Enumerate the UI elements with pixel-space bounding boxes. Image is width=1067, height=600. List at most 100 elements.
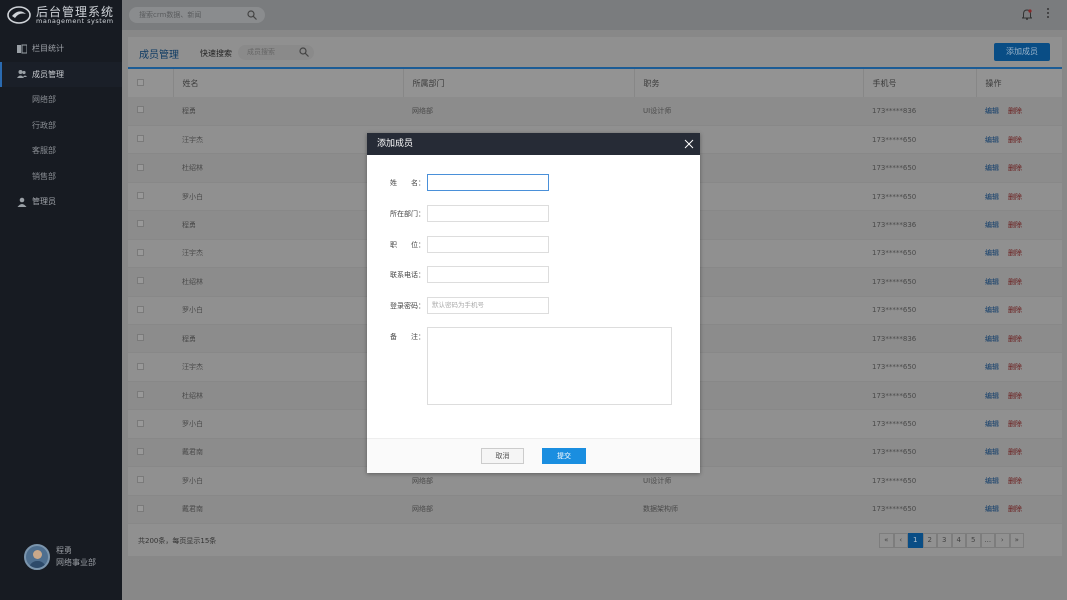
delete-link[interactable]: 删除 — [1008, 505, 1022, 513]
row-checkbox[interactable] — [137, 419, 144, 427]
edit-link[interactable]: 编辑 — [985, 193, 999, 201]
sidebar-item-network[interactable]: 网络部 — [0, 87, 122, 113]
edit-link[interactable]: 编辑 — [985, 420, 999, 428]
page-button[interactable]: ‹ — [893, 533, 908, 548]
row-checkbox[interactable] — [137, 447, 144, 455]
column-header-phone[interactable]: 手机号 — [863, 69, 977, 97]
row-checkbox[interactable] — [137, 305, 144, 313]
edit-link[interactable]: 编辑 — [985, 306, 999, 314]
add-member-button[interactable]: 添加成员 — [994, 43, 1050, 61]
user-profile[interactable]: 程勇 网络事业部 — [24, 544, 96, 570]
delete-link[interactable]: 删除 — [1008, 278, 1022, 286]
edit-link[interactable]: 编辑 — [985, 477, 999, 485]
row-checkbox[interactable] — [137, 106, 144, 114]
edit-link[interactable]: 编辑 — [985, 278, 999, 286]
form-row-position: 职 位： — [367, 236, 549, 253]
sidebar-item-label: 管理员 — [32, 197, 56, 207]
more-menu-icon[interactable] — [1046, 8, 1050, 20]
cell-actions: 编辑 删除 — [976, 409, 1062, 439]
cell-phone: 173*****836 — [863, 97, 976, 126]
dept-field[interactable] — [427, 205, 549, 222]
cell-phone: 173*****836 — [863, 210, 976, 240]
cell-phone: 173*****650 — [863, 409, 976, 439]
position-field[interactable] — [427, 236, 549, 253]
delete-link[interactable]: 删除 — [1008, 392, 1022, 400]
search-input[interactable]: 搜索crm数据、新闻 — [129, 7, 265, 23]
panel-header: 成员管理 快速搜索 成员搜索 添加成员 — [128, 37, 1062, 69]
page-button[interactable]: ... — [980, 533, 995, 548]
edit-link[interactable]: 编辑 — [985, 107, 999, 115]
column-header-name[interactable]: 姓名 — [173, 69, 404, 97]
row-checkbox[interactable] — [137, 476, 144, 484]
edit-link[interactable]: 编辑 — [985, 136, 999, 144]
edit-link[interactable]: 编辑 — [985, 448, 999, 456]
sidebar-item-admins[interactable]: 管理员 — [0, 189, 122, 215]
page-button[interactable]: 2 — [922, 533, 937, 548]
row-checkbox[interactable] — [137, 277, 144, 285]
search-icon[interactable] — [299, 47, 309, 57]
bell-icon[interactable] — [1022, 9, 1032, 20]
page-button[interactable]: 1 — [908, 533, 923, 548]
delete-link[interactable]: 删除 — [1008, 249, 1022, 257]
table-row[interactable]: 戴君南 网络部 数据架构师 173*****650 编辑 删除 — [128, 495, 1062, 525]
row-checkbox[interactable] — [137, 334, 144, 342]
edit-link[interactable]: 编辑 — [985, 505, 999, 513]
note-textarea[interactable] — [427, 327, 672, 405]
topbar: 搜索crm数据、新闻 — [122, 0, 1067, 30]
edit-link[interactable]: 编辑 — [985, 363, 999, 371]
row-checkbox[interactable] — [137, 192, 144, 200]
sidebar-item-label: 栏目统计 — [32, 44, 64, 54]
delete-link[interactable]: 删除 — [1008, 420, 1022, 428]
row-checkbox[interactable] — [137, 248, 144, 256]
select-all-header[interactable] — [128, 69, 174, 97]
page-button[interactable]: « — [879, 533, 894, 548]
row-checkbox[interactable] — [137, 163, 144, 171]
member-search-input[interactable]: 成员搜索 — [238, 45, 314, 60]
phone-field[interactable] — [427, 266, 549, 283]
edit-link[interactable]: 编辑 — [985, 392, 999, 400]
delete-link[interactable]: 删除 — [1008, 107, 1022, 115]
sidebar-item-stats[interactable]: 栏目统计 — [0, 36, 122, 62]
close-icon[interactable] — [684, 139, 694, 149]
delete-link[interactable]: 删除 — [1008, 335, 1022, 343]
delete-link[interactable]: 删除 — [1008, 448, 1022, 456]
page-button[interactable]: 5 — [966, 533, 981, 548]
sidebar-item-service[interactable]: 客服部 — [0, 138, 122, 164]
row-checkbox[interactable] — [137, 362, 144, 370]
row-checkbox[interactable] — [137, 504, 144, 512]
edit-link[interactable]: 编辑 — [985, 221, 999, 229]
delete-link[interactable]: 删除 — [1008, 363, 1022, 371]
row-select-cell — [128, 352, 173, 382]
page-button[interactable]: › — [995, 533, 1010, 548]
delete-link[interactable]: 删除 — [1008, 477, 1022, 485]
page-button[interactable]: 3 — [937, 533, 952, 548]
select-all-checkbox[interactable] — [137, 78, 144, 86]
submit-button[interactable]: 提交 — [542, 448, 586, 464]
delete-link[interactable]: 删除 — [1008, 164, 1022, 172]
row-checkbox[interactable] — [137, 220, 144, 228]
search-icon[interactable] — [247, 10, 257, 20]
edit-link[interactable]: 编辑 — [985, 164, 999, 172]
sidebar-item-admin-dept[interactable]: 行政部 — [0, 113, 122, 139]
row-checkbox[interactable] — [137, 391, 144, 399]
name-field[interactable] — [427, 174, 549, 191]
table-row[interactable]: 程勇网络部UI设计师173*****836 编辑 删除 — [128, 97, 1062, 126]
sidebar-nav: 栏目统计 成员管理 网络部 行政部 客服部 销售部 管理员 — [0, 36, 122, 215]
delete-link[interactable]: 删除 — [1008, 221, 1022, 229]
column-header-dept[interactable]: 所属部门 — [403, 69, 635, 97]
cell-phone: 173*****650 — [863, 182, 976, 212]
page-button[interactable]: » — [1009, 533, 1024, 548]
delete-link[interactable]: 删除 — [1008, 193, 1022, 201]
delete-link[interactable]: 删除 — [1008, 306, 1022, 314]
edit-link[interactable]: 编辑 — [985, 249, 999, 257]
edit-link[interactable]: 编辑 — [985, 335, 999, 343]
password-field[interactable]: 默认密码为手机号 — [427, 297, 549, 314]
column-header-role[interactable]: 职务 — [634, 69, 864, 97]
cancel-button[interactable]: 取消 — [481, 448, 524, 464]
sidebar-item-sales[interactable]: 销售部 — [0, 164, 122, 190]
sidebar-item-members[interactable]: 成员管理 — [0, 61, 122, 87]
page-button[interactable]: 4 — [951, 533, 966, 548]
delete-link[interactable]: 删除 — [1008, 136, 1022, 144]
row-checkbox[interactable] — [137, 135, 144, 143]
cell-name: 程勇 — [173, 97, 403, 126]
